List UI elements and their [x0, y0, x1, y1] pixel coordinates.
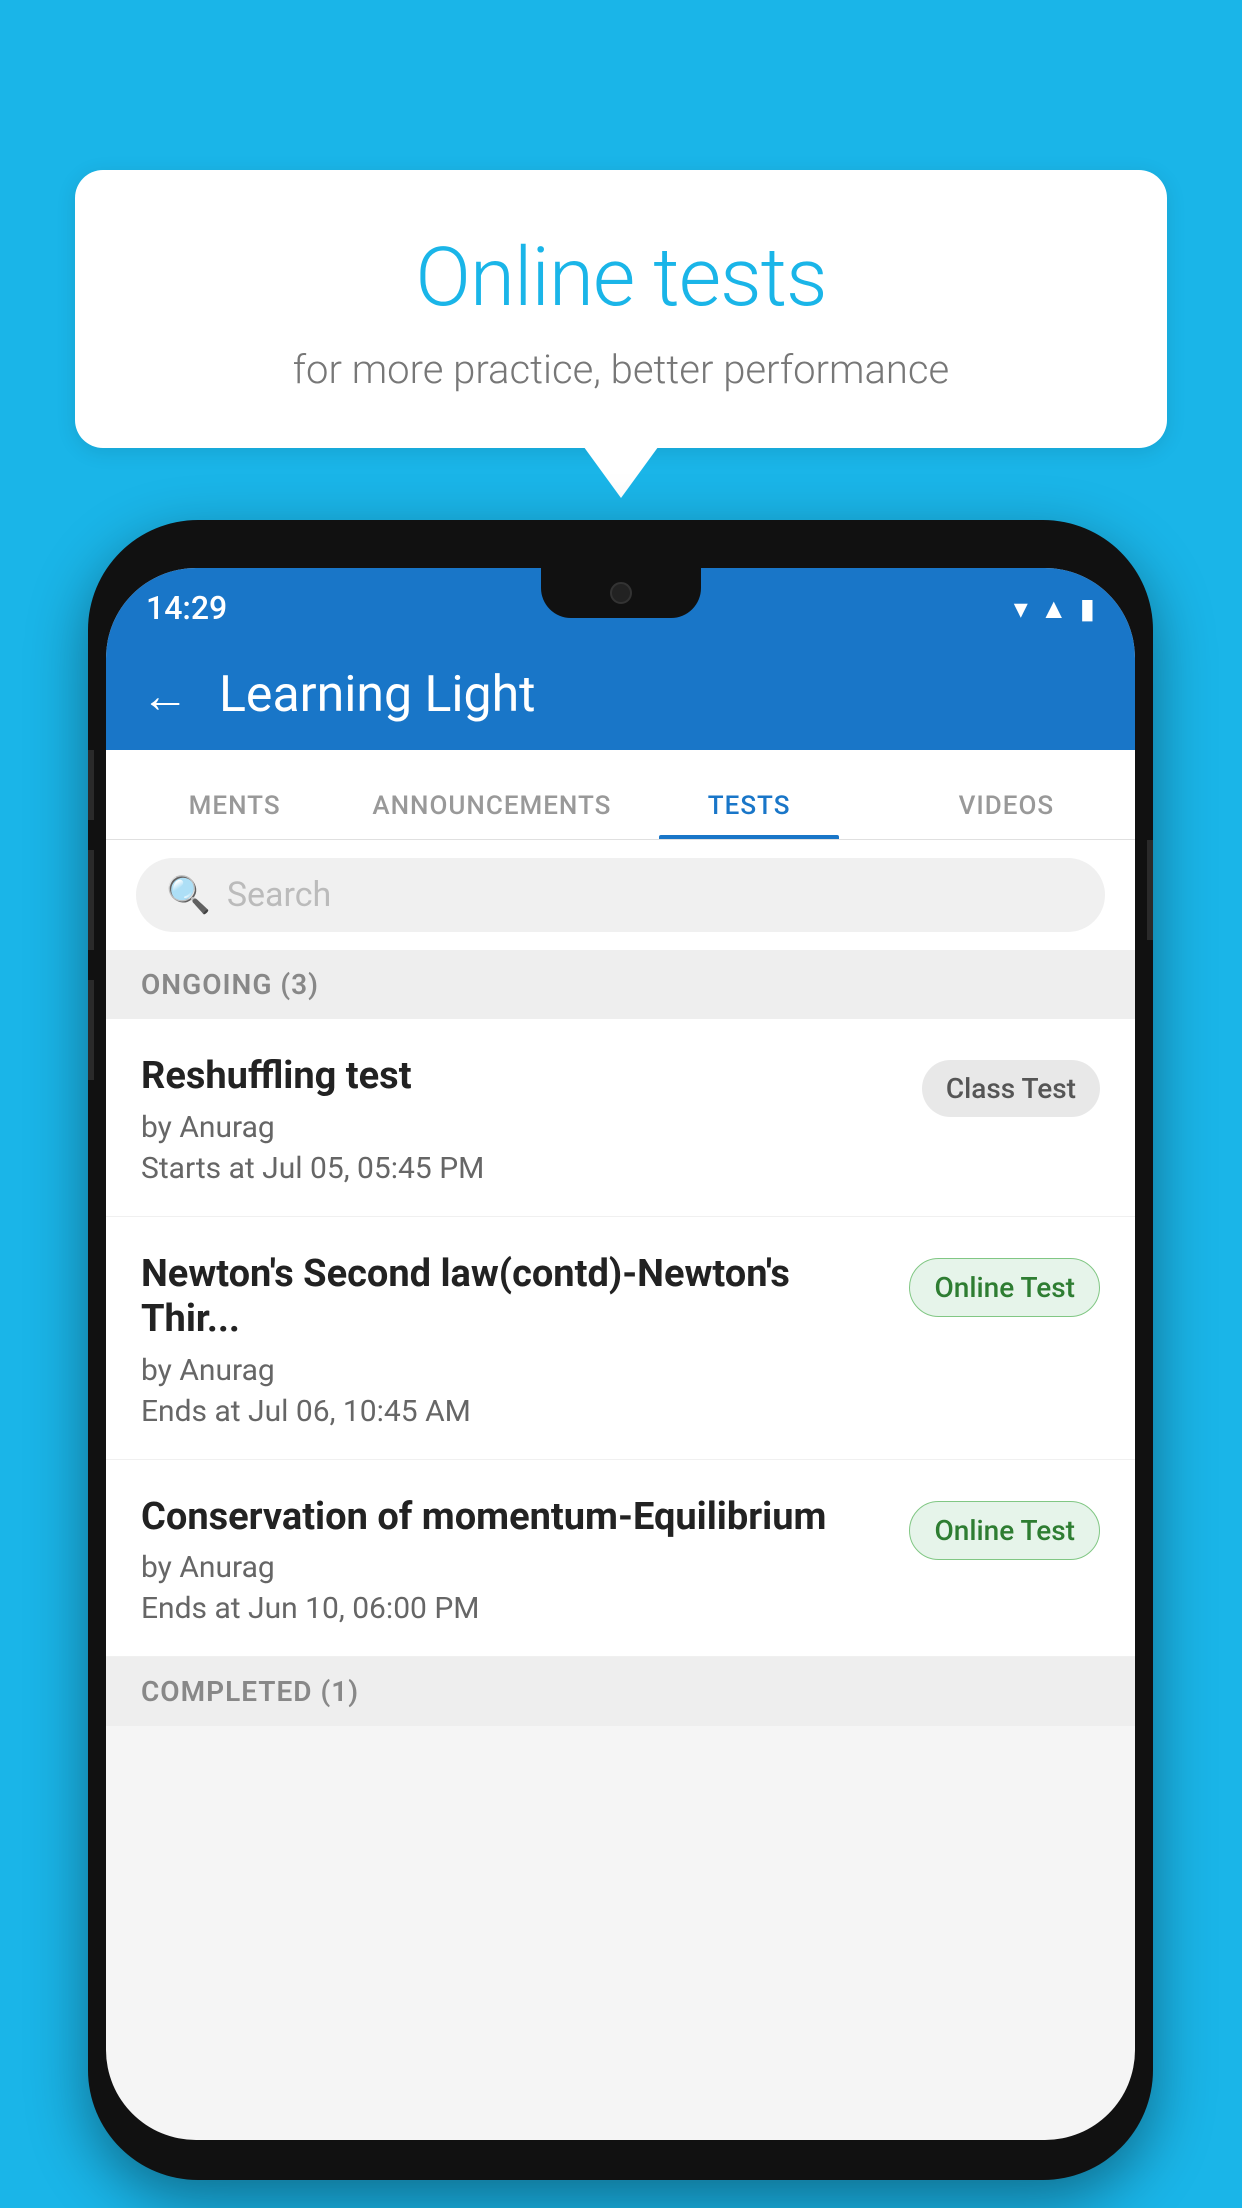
- test-badge-online: Online Test: [909, 1258, 1100, 1317]
- battery-icon: ▮: [1080, 592, 1095, 625]
- test-item-info: Newton's Second law(contd)-Newton's Thir…: [141, 1252, 889, 1429]
- bubble-title: Online tests: [125, 230, 1117, 326]
- test-item-name: Conservation of momentum-Equilibrium: [141, 1495, 889, 1541]
- test-item-name: Newton's Second law(contd)-Newton's Thir…: [141, 1252, 889, 1343]
- test-item-info: Conservation of momentum-Equilibrium by …: [141, 1495, 889, 1627]
- status-icons: ▾ ▲ ▮: [1014, 592, 1095, 625]
- signal-icon: ▲: [1040, 592, 1068, 625]
- back-button[interactable]: ←: [141, 667, 189, 724]
- tab-announcements[interactable]: ANNOUNCEMENTS: [363, 791, 620, 839]
- test-item-by: by Anurag: [141, 1550, 889, 1585]
- test-badge-class: Class Test: [922, 1060, 1100, 1117]
- test-item-time: Starts at Jul 05, 05:45 PM: [141, 1151, 902, 1186]
- test-badge-online-2: Online Test: [909, 1501, 1100, 1560]
- tab-ments[interactable]: MENTS: [106, 791, 363, 839]
- completed-label: COMPLETED (1): [141, 1675, 359, 1708]
- search-container: 🔍 Search: [106, 840, 1135, 950]
- test-item[interactable]: Conservation of momentum-Equilibrium by …: [106, 1460, 1135, 1658]
- app-header-title: Learning Light: [219, 666, 536, 724]
- camera: [610, 582, 632, 604]
- tabs-bar: MENTS ANNOUNCEMENTS TESTS VIDEOS: [106, 750, 1135, 840]
- wifi-icon: ▾: [1014, 592, 1028, 625]
- tab-tests[interactable]: TESTS: [621, 791, 878, 839]
- phone-frame: 14:29 ▾ ▲ ▮ ← Learning Light MENTS ANNOU…: [88, 520, 1153, 2180]
- search-input-wrapper[interactable]: 🔍 Search: [136, 858, 1105, 932]
- tab-videos[interactable]: VIDEOS: [878, 791, 1135, 839]
- volume-up-button: [88, 850, 94, 950]
- test-item-by: by Anurag: [141, 1353, 889, 1388]
- test-item-time: Ends at Jun 10, 06:00 PM: [141, 1591, 889, 1626]
- search-input[interactable]: Search: [227, 875, 331, 915]
- ongoing-section-header: ONGOING (3): [106, 950, 1135, 1019]
- volume-down-button: [88, 980, 94, 1080]
- test-item-time: Ends at Jul 06, 10:45 AM: [141, 1394, 889, 1429]
- status-time: 14:29: [146, 589, 227, 627]
- bubble-subtitle: for more practice, better performance: [125, 346, 1117, 393]
- power-button: [1147, 840, 1153, 940]
- completed-section-header: COMPLETED (1): [106, 1657, 1135, 1726]
- phone-screen: 14:29 ▾ ▲ ▮ ← Learning Light MENTS ANNOU…: [106, 568, 1135, 2140]
- ongoing-label: ONGOING (3): [141, 968, 319, 1001]
- search-icon: 🔍: [166, 874, 211, 916]
- test-list: Reshuffling test by Anurag Starts at Jul…: [106, 1019, 1135, 1657]
- test-item[interactable]: Reshuffling test by Anurag Starts at Jul…: [106, 1019, 1135, 1217]
- test-item-name: Reshuffling test: [141, 1054, 902, 1100]
- speech-bubble: Online tests for more practice, better p…: [75, 170, 1167, 448]
- test-item-by: by Anurag: [141, 1110, 902, 1145]
- test-item[interactable]: Newton's Second law(contd)-Newton's Thir…: [106, 1217, 1135, 1460]
- notch: [541, 568, 701, 618]
- test-item-info: Reshuffling test by Anurag Starts at Jul…: [141, 1054, 902, 1186]
- app-header: ← Learning Light: [106, 640, 1135, 750]
- mute-button: [88, 750, 94, 820]
